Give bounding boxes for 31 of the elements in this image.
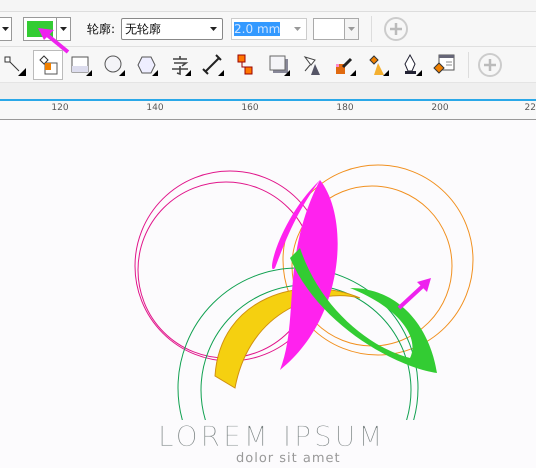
caret-icon (294, 27, 302, 31)
arrow-icon (36, 28, 70, 54)
caret-icon (60, 27, 67, 31)
ruler-label: 140 (146, 103, 164, 113)
object-properties-icon (433, 54, 455, 76)
caret-icon (348, 27, 356, 31)
plus-icon (389, 22, 404, 36)
connector-icon (4, 54, 26, 76)
caret-icon (2, 27, 9, 31)
ellipse-icon (103, 54, 125, 76)
transparency-icon (301, 54, 323, 76)
caret-icon (210, 27, 218, 31)
ruler-label: 200 (431, 103, 449, 113)
rectangle-icon (70, 54, 92, 76)
dimension-icon (202, 54, 224, 76)
ruler-label: 160 (241, 103, 259, 113)
text-tool-icon (169, 54, 191, 76)
outline-label: 轮廓: (87, 20, 116, 38)
outline-select[interactable]: 无轮廓 (121, 18, 224, 40)
ruler-label: 180 (336, 103, 354, 113)
plus-icon (483, 58, 497, 72)
dropdown-button[interactable] (0, 17, 12, 41)
ruler-label: 120 (51, 103, 69, 113)
tool-button[interactable] (33, 50, 63, 80)
color-select[interactable] (313, 18, 360, 40)
smart-fill-icon (37, 54, 59, 76)
logo-subtitle: dolor sit amet (236, 451, 341, 466)
paint-bucket-icon (367, 54, 389, 76)
polygon-icon (136, 54, 158, 76)
shadow-icon (268, 54, 290, 76)
ruler-label: 22 (524, 103, 536, 113)
